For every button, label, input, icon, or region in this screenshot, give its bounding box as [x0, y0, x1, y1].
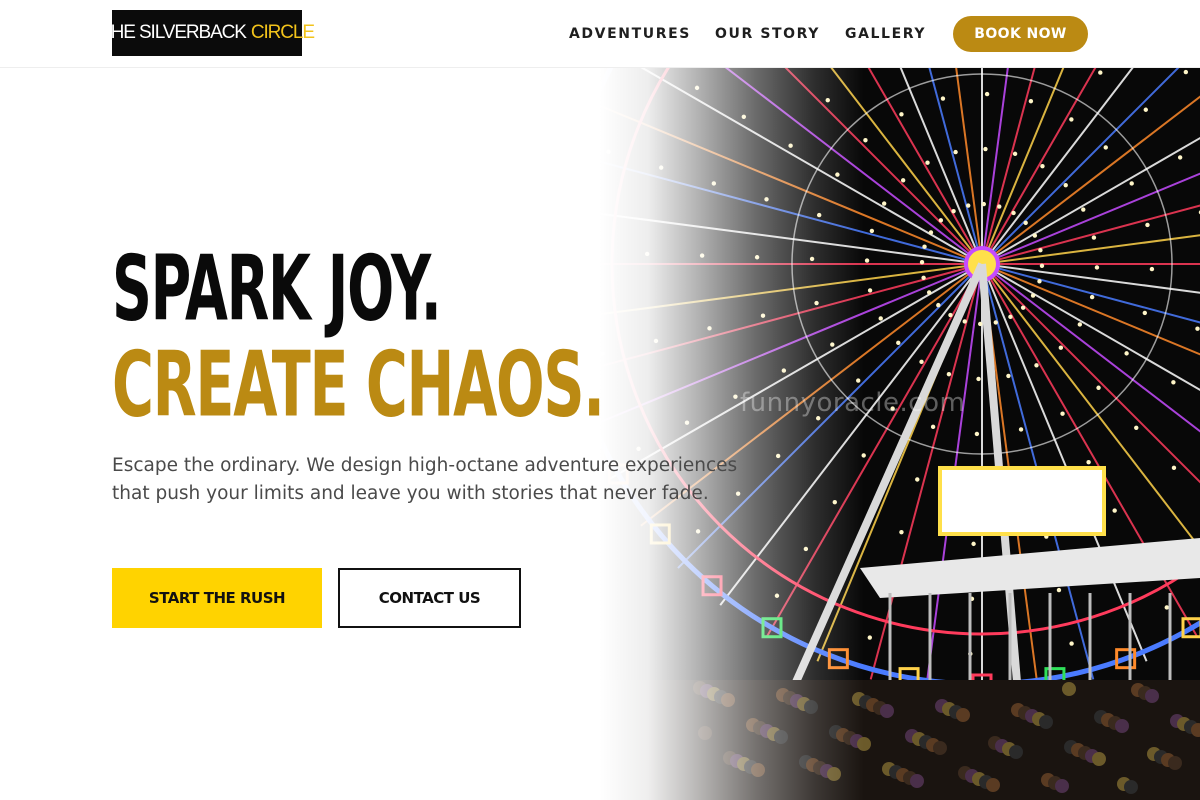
nav-link-adventures[interactable]: ADVENTURES: [569, 26, 691, 42]
hero-image-fade: [600, 68, 1200, 800]
hero-image: funnyoracle.com: [600, 68, 1200, 800]
site-logo[interactable]: THE SILVERBACK CIRCLE: [100, 10, 315, 56]
hero-headline-line1: SPARK JOY.: [112, 235, 442, 341]
nav-link-gallery[interactable]: GALLERY: [845, 26, 926, 42]
contact-us-button[interactable]: CONTACT US: [338, 568, 521, 628]
hero-subtitle: Escape the ordinary. We design high-octa…: [112, 455, 738, 504]
logo-text-accent: CIRCLE: [250, 22, 315, 43]
start-the-rush-button[interactable]: START THE RUSH: [112, 568, 322, 628]
site-header: THE SILVERBACK CIRCLE ADVENTURES OUR STO…: [0, 0, 1200, 68]
nav-link-our-story[interactable]: OUR STORY: [715, 26, 820, 42]
book-now-button[interactable]: BOOK NOW: [953, 16, 1088, 52]
image-watermark: funnyoracle.com: [740, 388, 966, 418]
logo-text-main: THE SILVERBACK: [100, 22, 247, 43]
hero-headline-line2: CREATE CHAOS.: [112, 331, 605, 437]
